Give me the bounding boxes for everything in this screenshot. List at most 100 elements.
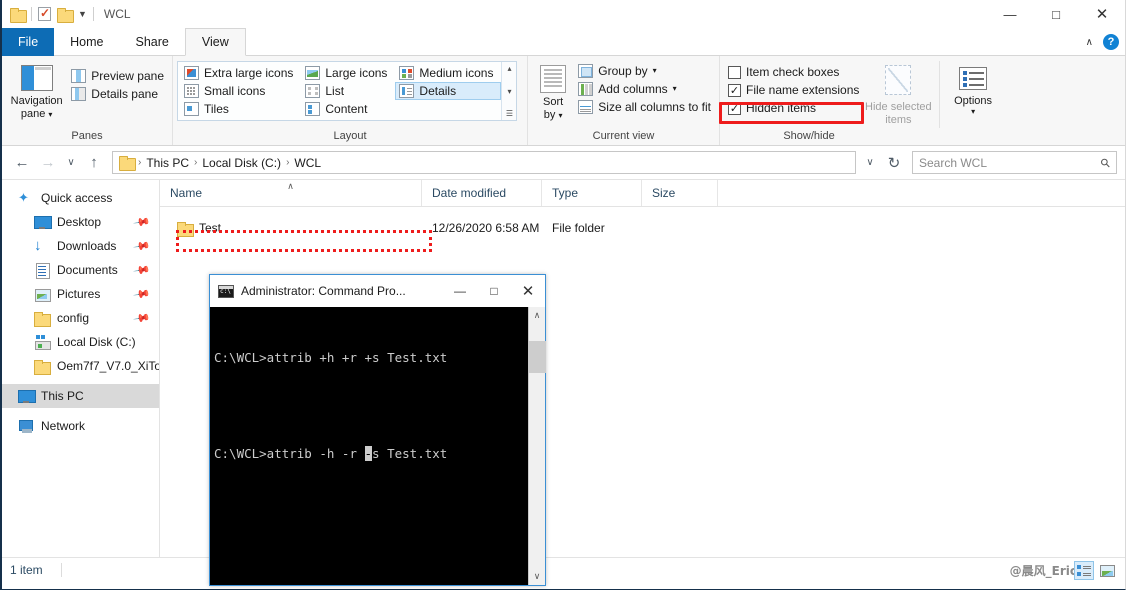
sidebar-item-this-pc[interactable]: This PC	[2, 384, 159, 408]
tab-view[interactable]: View	[184, 28, 246, 56]
group-by-button[interactable]: Group by ▾	[574, 62, 715, 80]
cmd-scroll-track[interactable]	[528, 324, 546, 568]
tab-file[interactable]: File	[2, 28, 55, 56]
back-button[interactable]: ←	[10, 151, 34, 175]
sidebar-item-label: Network	[41, 419, 86, 433]
layout-option-tiles[interactable]: Tiles	[180, 100, 301, 118]
pin-icon[interactable]: 📌	[133, 213, 152, 232]
gallery-more-icon[interactable]: ☰	[506, 109, 513, 118]
chevron-down-icon[interactable]: ▾	[673, 85, 677, 93]
sidebar-item-documents[interactable]: Documents 📌	[2, 258, 159, 282]
cmd-scroll-thumb[interactable]	[528, 341, 546, 373]
command-prompt-window[interactable]: Administrator: Command Pro... — □ ✕ C:\W…	[209, 274, 546, 586]
pin-icon[interactable]: 📌	[133, 261, 152, 280]
large-icons-view-button[interactable]	[1097, 561, 1117, 580]
add-columns-label: Add columns	[598, 82, 668, 96]
breadcrumb-item-this-pc[interactable]: This PC	[142, 156, 193, 170]
group-by-icon	[578, 64, 594, 78]
ribbon: Navigation pane ▾ Preview pane Details p…	[2, 56, 1125, 146]
refresh-button[interactable]: ↻	[882, 151, 906, 175]
cmd-line-2	[214, 398, 528, 414]
scroll-up-icon[interactable]: ▴	[507, 64, 511, 73]
details-pane-button[interactable]: Details pane	[67, 85, 168, 103]
layout-option-list[interactable]: List	[301, 82, 395, 100]
hidden-items-row[interactable]: ✓ Hidden items	[724, 99, 863, 117]
column-header-type[interactable]: Type	[542, 180, 642, 206]
chevron-down-icon[interactable]: ▾	[558, 111, 562, 120]
sidebar-item-local-disk[interactable]: Local Disk (C:)	[2, 330, 159, 354]
minimize-button[interactable]: —	[987, 0, 1033, 28]
help-icon[interactable]: ?	[1103, 34, 1119, 50]
sidebar-item-pictures[interactable]: Pictures 📌	[2, 282, 159, 306]
layout-option-details[interactable]: Details	[395, 82, 502, 100]
layout-option-content[interactable]: Content	[301, 100, 395, 118]
layout-option-extra-large-icons[interactable]: Extra large icons	[180, 64, 301, 82]
scroll-down-icon[interactable]: ▾	[507, 87, 511, 96]
maximize-button[interactable]: □	[1033, 0, 1079, 28]
layout-gallery-scrollbar[interactable]: ▴ ▾ ☰	[501, 62, 517, 120]
sidebar-item-desktop[interactable]: Desktop 📌	[2, 210, 159, 234]
breadcrumb-item-wcl[interactable]: WCL	[290, 156, 325, 170]
ribbon-group-show-hide: Item check boxes ✓ File name extensions …	[719, 56, 1004, 145]
watermark: @晨风_Eric	[1009, 564, 1077, 578]
empty-row-annotation	[176, 230, 432, 252]
column-header-size[interactable]: Size	[642, 180, 718, 206]
sidebar-item-oem7f7[interactable]: Oem7f7_V7.0_XiTon	[2, 354, 159, 378]
chevron-down-icon[interactable]: ▾	[971, 108, 975, 116]
layout-option-label: Tiles	[204, 102, 229, 116]
file-name-extensions-row[interactable]: ✓ File name extensions	[724, 81, 863, 99]
tab-share[interactable]: Share	[120, 28, 185, 56]
item-check-boxes-checkbox[interactable]	[728, 65, 741, 79]
cmd-minimize-button[interactable]: —	[443, 275, 477, 307]
layout-option-medium-icons[interactable]: Medium icons	[395, 64, 501, 82]
item-check-boxes-row[interactable]: Item check boxes	[724, 63, 863, 81]
cmd-maximize-button[interactable]: □	[477, 275, 511, 307]
sidebar-item-network[interactable]: Network	[2, 414, 159, 438]
search-icon[interactable]: ⚲	[1098, 154, 1114, 170]
search-input[interactable]: Search WCL ⚲	[912, 151, 1117, 174]
scroll-up-icon[interactable]: ∧	[534, 307, 541, 324]
new-folder-icon[interactable]	[57, 7, 74, 23]
cmd-cursor: -	[364, 446, 373, 461]
pin-icon[interactable]: 📌	[133, 309, 152, 328]
folder-icon[interactable]	[10, 7, 27, 23]
address-dropdown-button[interactable]: ∨	[858, 151, 882, 175]
pictures-icon	[34, 286, 51, 302]
up-button[interactable]: ↑	[82, 151, 106, 175]
details-view-button[interactable]	[1074, 561, 1094, 580]
close-button[interactable]: ✕	[1079, 0, 1125, 28]
file-date-cell: 12/26/2020 6:58 AM	[432, 220, 540, 235]
column-header-date-modified[interactable]: Date modified	[422, 180, 542, 206]
properties-icon[interactable]	[38, 6, 51, 21]
sort-by-button[interactable]: Sort by ▾	[532, 61, 574, 122]
chevron-down-icon[interactable]: ▾	[653, 67, 657, 75]
sidebar-item-label: Oem7f7_V7.0_XiTon	[57, 359, 160, 373]
column-header-name[interactable]: ∧ Name	[160, 180, 422, 206]
breadcrumb[interactable]: › This PC › Local Disk (C:) › WCL	[112, 151, 856, 174]
cmd-scrollbar[interactable]: ∧ ∨	[528, 307, 546, 585]
hidden-items-checkbox[interactable]: ✓	[728, 101, 741, 115]
ribbon-group-panes: Navigation pane ▾ Preview pane Details p…	[2, 56, 172, 145]
layout-option-large-icons[interactable]: Large icons	[301, 64, 395, 82]
options-button[interactable]: Options ▾	[946, 63, 1000, 116]
chevron-down-icon[interactable]: ▾	[48, 110, 52, 119]
breadcrumb-item-local-disk[interactable]: Local Disk (C:)	[198, 156, 285, 170]
recent-locations-button[interactable]: ∨	[62, 151, 80, 175]
cmd-console-body[interactable]: C:\WCL>attrib +h +r +s Test.txt C:\WCL>a…	[210, 307, 546, 585]
chevron-down-icon[interactable]: ▼	[78, 9, 87, 19]
collapse-ribbon-icon[interactable]: ∧	[1086, 37, 1093, 48]
preview-pane-button[interactable]: Preview pane	[67, 67, 168, 85]
add-columns-button[interactable]: Add columns ▾	[574, 80, 715, 98]
pin-icon[interactable]: 📌	[133, 237, 152, 256]
sidebar-item-downloads[interactable]: ↓ Downloads 📌	[2, 234, 159, 258]
tab-home[interactable]: Home	[54, 28, 119, 56]
pin-icon[interactable]: 📌	[133, 285, 152, 304]
cmd-close-button[interactable]: ✕	[511, 275, 545, 307]
sidebar-item-quick-access[interactable]: ✦ Quick access	[2, 186, 159, 210]
scroll-down-icon[interactable]: ∨	[534, 568, 541, 585]
sidebar-item-config[interactable]: config 📌	[2, 306, 159, 330]
file-name-extensions-checkbox[interactable]: ✓	[728, 83, 741, 97]
navigation-pane-button[interactable]: Navigation pane ▾	[6, 61, 67, 121]
size-all-columns-button[interactable]: Size all columns to fit	[574, 98, 715, 116]
layout-option-small-icons[interactable]: Small icons	[180, 82, 301, 100]
